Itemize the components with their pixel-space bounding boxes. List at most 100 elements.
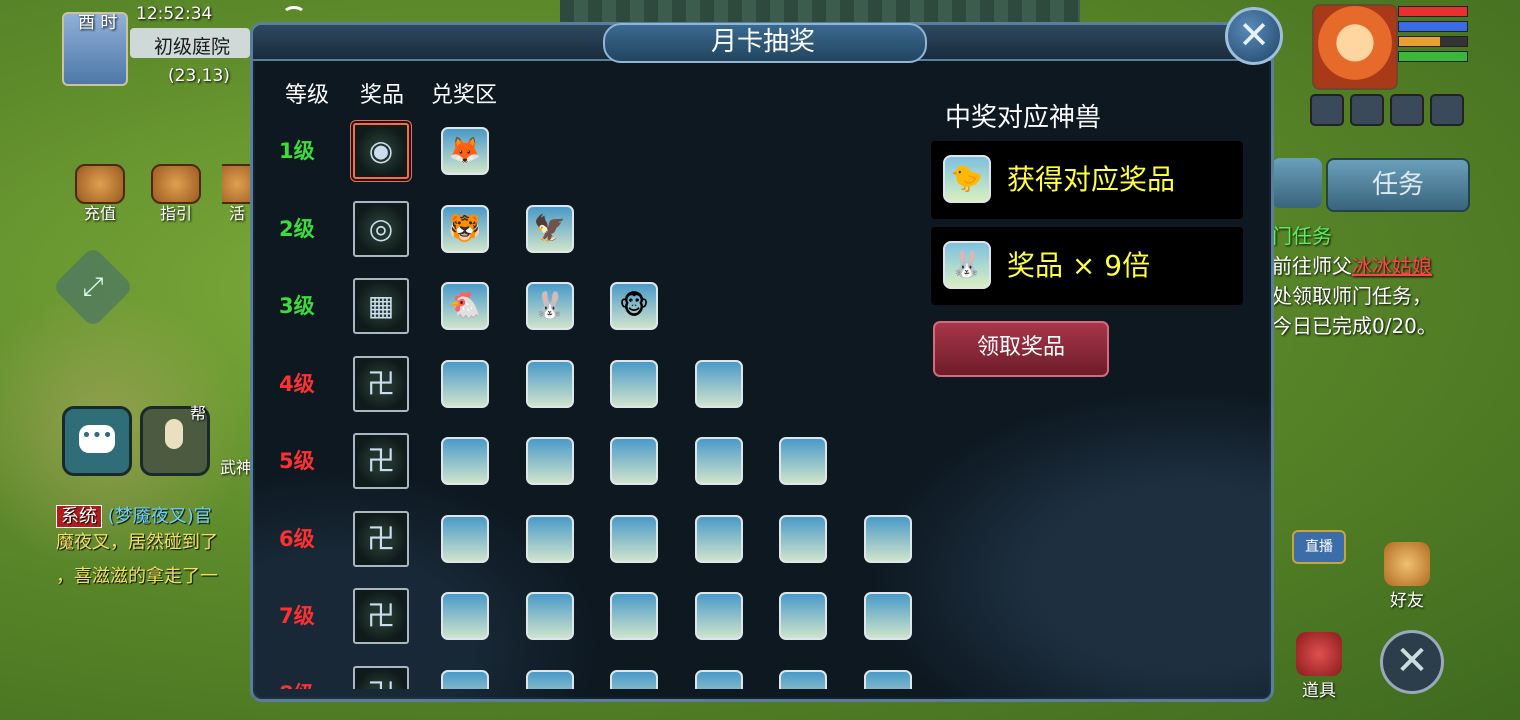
empty-slot[interactable] bbox=[441, 592, 489, 640]
locked-seal-icon[interactable]: 卍 bbox=[353, 433, 409, 489]
activity-label: 活 bbox=[228, 204, 245, 223]
empty-slot[interactable] bbox=[526, 515, 574, 563]
clock: 12:52:34 bbox=[136, 4, 213, 24]
pet-slot[interactable]: 🦅 bbox=[526, 205, 574, 253]
map-name: 初级庭院 bbox=[154, 36, 231, 58]
beast-title: 中奖对应神兽 bbox=[945, 103, 1102, 133]
friends-button[interactable]: 好友 bbox=[1384, 542, 1430, 611]
reward-text-2: 奖品 × 9倍 bbox=[1007, 249, 1151, 282]
player-status-bars bbox=[1398, 6, 1468, 66]
treasure-map-icon[interactable]: ▦ bbox=[353, 278, 409, 334]
empty-slot[interactable] bbox=[779, 670, 827, 689]
empty-slot[interactable] bbox=[441, 670, 489, 689]
empty-slot[interactable] bbox=[779, 592, 827, 640]
tasks-tab[interactable]: 任务 bbox=[1326, 158, 1470, 212]
treasure-chest-icon bbox=[1296, 632, 1342, 676]
empty-slot[interactable] bbox=[526, 437, 574, 485]
empty-slot[interactable] bbox=[779, 515, 827, 563]
recharge-icon bbox=[75, 164, 125, 204]
level-label: 5级 bbox=[279, 449, 315, 473]
activity-button[interactable]: 活 bbox=[222, 164, 252, 224]
empty-slot[interactable] bbox=[526, 592, 574, 640]
empty-slot[interactable] bbox=[610, 360, 658, 408]
claim-prize-button[interactable]: 领取奖品 bbox=[933, 321, 1109, 377]
chat-line-3: ，喜滋滋的拿走了一 bbox=[56, 566, 218, 587]
pet-slot[interactable]: 🐵 bbox=[610, 282, 658, 330]
white-bunny-icon: 🐰 bbox=[943, 241, 991, 289]
empty-slot[interactable] bbox=[610, 670, 658, 689]
guild-tag: 帮 bbox=[190, 404, 207, 423]
empty-slot[interactable] bbox=[695, 360, 743, 408]
empty-slot[interactable] bbox=[441, 360, 489, 408]
empty-slot[interactable] bbox=[695, 592, 743, 640]
locked-seal-icon[interactable]: 卍 bbox=[353, 356, 409, 412]
heart-buff-icon[interactable] bbox=[1310, 94, 1344, 126]
guide-icon bbox=[151, 164, 201, 204]
globe-buff-icon[interactable] bbox=[1430, 94, 1464, 126]
map-coordinates: (23,13) bbox=[168, 66, 230, 86]
moon-buff-icon[interactable] bbox=[1390, 94, 1424, 126]
empty-slot[interactable] bbox=[779, 437, 827, 485]
locked-seal-icon[interactable]: 卍 bbox=[353, 588, 409, 644]
player-avatar[interactable] bbox=[1312, 4, 1398, 90]
chat-player-name[interactable]: (梦魇夜叉)官 bbox=[108, 506, 212, 527]
guide-button[interactable]: 指引 bbox=[146, 164, 206, 224]
empty-slot[interactable] bbox=[610, 515, 658, 563]
level-label: 3级 bbox=[279, 294, 315, 318]
chat-bubble-icon: ••• bbox=[79, 425, 115, 453]
activity-icon bbox=[222, 164, 252, 204]
minimap-panel[interactable]: 酉 时 12:52:34 初级庭院 (23,13) bbox=[58, 4, 306, 86]
locked-seal-icon[interactable]: 卍 bbox=[353, 666, 409, 689]
collapse-menu-button[interactable]: ✕ bbox=[1380, 630, 1444, 694]
prize-glyph: 卍 bbox=[366, 522, 395, 555]
guide-label: 指引 bbox=[159, 204, 192, 223]
close-button[interactable]: ✕ bbox=[1225, 7, 1283, 65]
empty-slot[interactable] bbox=[695, 437, 743, 485]
level-label: 1级 bbox=[279, 139, 315, 163]
wushen-label: 武神 bbox=[220, 458, 253, 477]
empty-slot[interactable] bbox=[610, 437, 658, 485]
level-label: 2级 bbox=[279, 217, 315, 241]
empty-slot[interactable] bbox=[526, 670, 574, 689]
reward-panel-1: 🐤 获得对应奖品 bbox=[931, 141, 1243, 219]
task-line-4: 今日已完成0/20。 bbox=[1272, 314, 1437, 338]
empty-slot[interactable] bbox=[610, 592, 658, 640]
reward-text-1: 获得对应奖品 bbox=[1007, 163, 1176, 196]
shield-buff-icon[interactable] bbox=[1350, 94, 1384, 126]
empty-slot[interactable] bbox=[441, 437, 489, 485]
level-label: 7级 bbox=[279, 604, 315, 628]
items-label: 道具 bbox=[1302, 681, 1336, 701]
empty-slot[interactable] bbox=[695, 515, 743, 563]
task-title[interactable]: 门任务 bbox=[1272, 220, 1332, 249]
rainbow-chick-icon: 🐤 bbox=[943, 155, 991, 203]
pet-slot[interactable]: 🐔 bbox=[441, 282, 489, 330]
pet-slot[interactable]: 🐰 bbox=[526, 282, 574, 330]
task-npc-link[interactable]: 冰冰姑娘 bbox=[1352, 254, 1432, 278]
expand-icon: ⤢ bbox=[82, 272, 104, 302]
empty-slot[interactable] bbox=[526, 360, 574, 408]
time-period: 酉 时 bbox=[78, 13, 118, 33]
empty-slot[interactable] bbox=[695, 670, 743, 689]
chat-button[interactable]: ••• bbox=[62, 406, 132, 476]
recharge-button[interactable]: 充值 bbox=[70, 164, 130, 224]
level-label: 8级 bbox=[279, 678, 339, 689]
prize-glyph: 卍 bbox=[366, 444, 395, 477]
locked-seal-icon[interactable]: 卍 bbox=[353, 511, 409, 567]
clock-tab[interactable] bbox=[1272, 158, 1322, 208]
rage-bar bbox=[1398, 36, 1468, 47]
gold-coil-icon[interactable]: ◎ bbox=[353, 201, 409, 257]
items-button[interactable]: 道具 bbox=[1296, 632, 1342, 701]
empty-slot[interactable] bbox=[864, 515, 912, 563]
prize-glyph: ▦ bbox=[367, 289, 395, 322]
empty-slot[interactable] bbox=[864, 670, 912, 689]
prize-glyph: ◎ bbox=[368, 212, 394, 245]
empty-slot[interactable] bbox=[441, 515, 489, 563]
crystal-orb-icon[interactable]: ◉ bbox=[353, 123, 409, 179]
pet-slot[interactable]: 🦊 bbox=[441, 127, 489, 175]
pet-slot[interactable]: 🐯 bbox=[441, 205, 489, 253]
exp-bar bbox=[1398, 51, 1468, 62]
recharge-label: 充值 bbox=[83, 204, 116, 223]
live-button[interactable]: 直播 bbox=[1292, 530, 1346, 564]
chat-line-1[interactable]: 系统 (梦魇夜叉)官 bbox=[56, 502, 212, 528]
empty-slot[interactable] bbox=[864, 592, 912, 640]
